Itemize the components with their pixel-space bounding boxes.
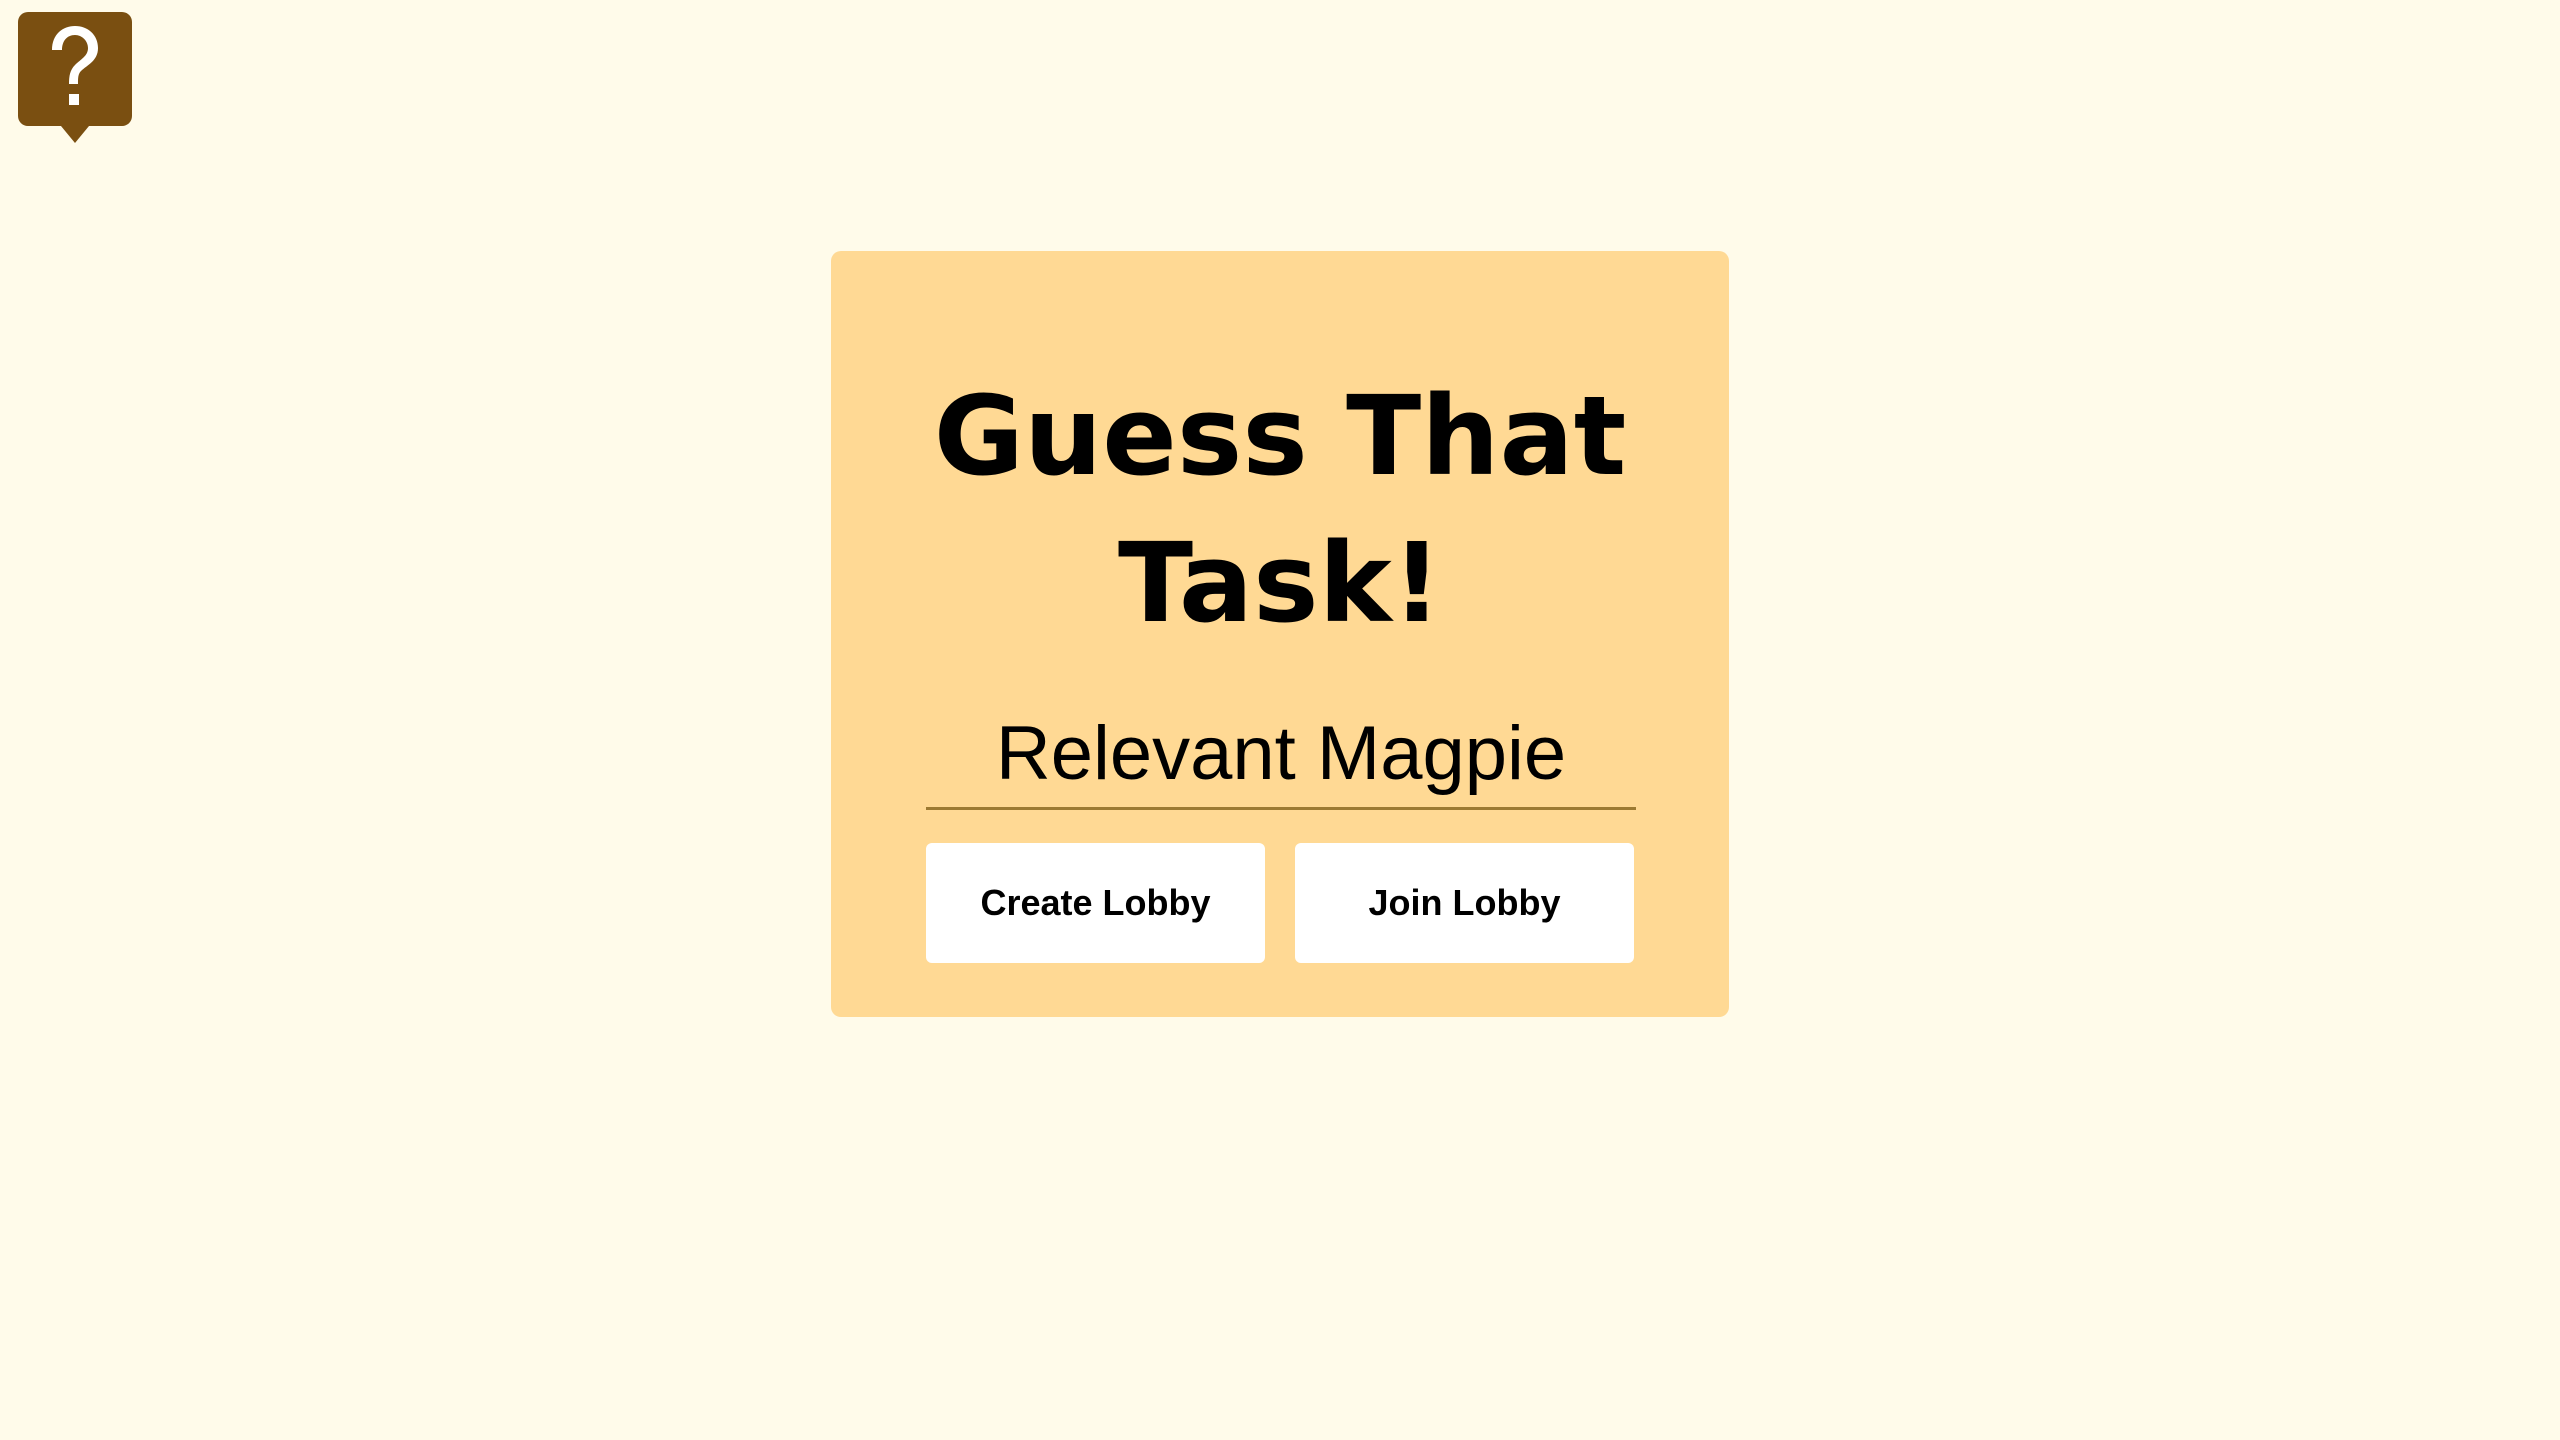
game-title-line-2: Task!	[1118, 519, 1442, 647]
join-lobby-button[interactable]: Join Lobby	[1295, 843, 1634, 963]
game-title: Guess That Task!	[831, 363, 1729, 657]
help-button[interactable]	[18, 12, 132, 145]
question-mark-icon	[18, 12, 132, 143]
game-title-line-1: Guess That	[933, 372, 1627, 500]
create-lobby-button[interactable]: Create Lobby	[926, 843, 1265, 963]
player-name-input[interactable]	[926, 706, 1636, 810]
lobby-card: Guess That Task! Create Lobby Join Lobby	[831, 251, 1729, 1017]
